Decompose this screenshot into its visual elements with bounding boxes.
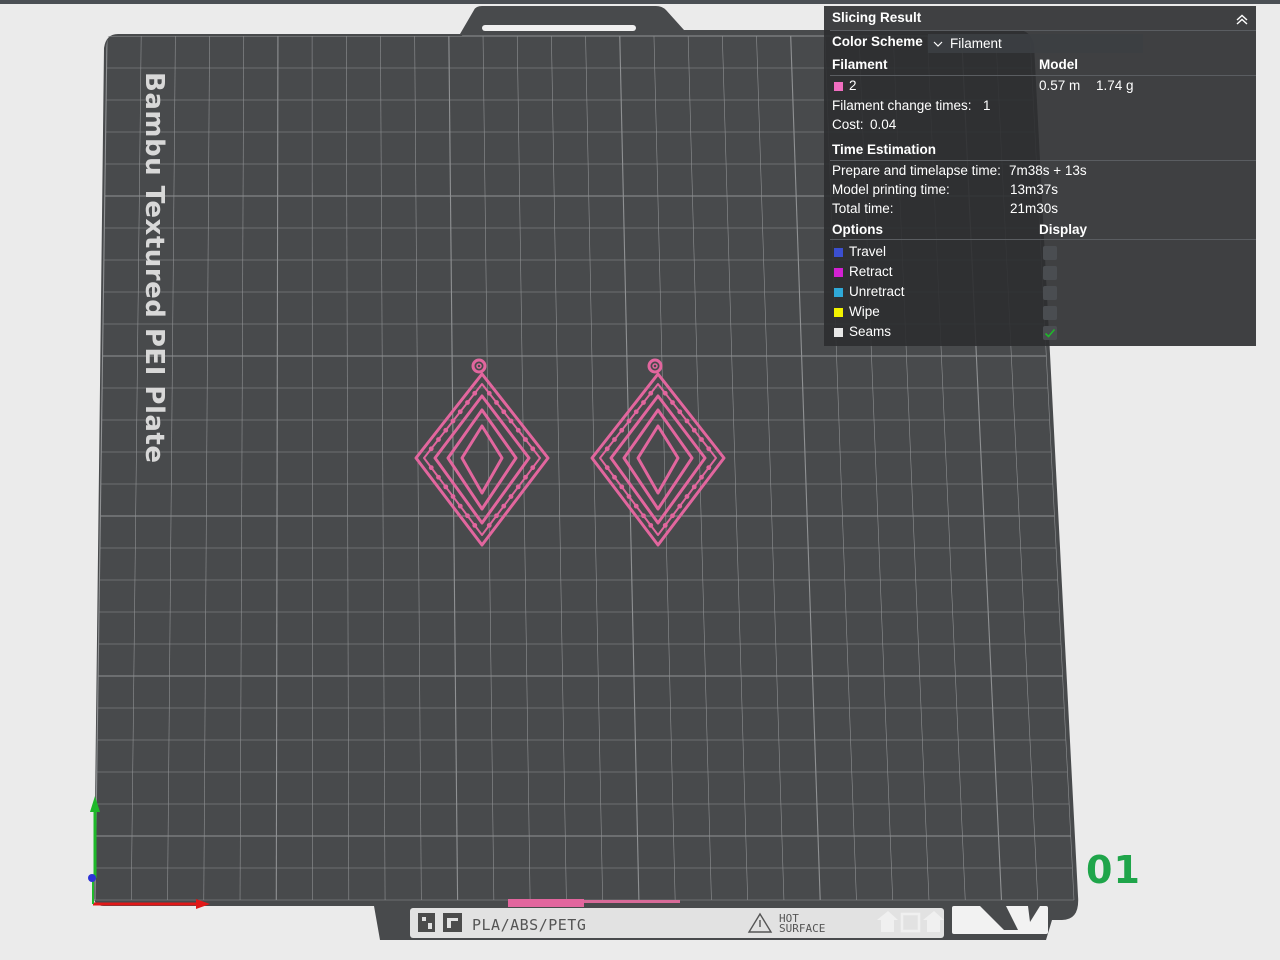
- filament-column-header: Filament: [832, 57, 888, 72]
- total-time-label: Total time:: [832, 201, 894, 216]
- display-checkbox-unretract[interactable]: [1043, 286, 1057, 300]
- hot-surface-line2: SURFACE: [779, 922, 825, 935]
- check-icon: [1044, 328, 1056, 338]
- time-estimation-header: Time Estimation: [832, 142, 937, 157]
- filament-weight: 1.74 g: [1096, 78, 1134, 93]
- plate-corner-notch: [952, 906, 1048, 934]
- slicing-result-panel: Slicing Result Color Scheme Filament Fil…: [824, 6, 1256, 346]
- plate-number[interactable]: 01: [1086, 848, 1141, 892]
- prepare-time-label: Prepare and timelapse time:: [832, 163, 1001, 178]
- display-header: Display: [1039, 222, 1088, 237]
- filament-length: 0.57 m: [1039, 78, 1081, 93]
- cost-value: 0.04: [870, 117, 897, 132]
- option-color-swatch: [834, 328, 843, 337]
- display-checkbox-retract[interactable]: [1043, 266, 1057, 280]
- display-checkbox-wipe[interactable]: [1043, 306, 1057, 320]
- display-checkbox-travel[interactable]: [1043, 246, 1057, 260]
- model-column-header: Model: [1039, 57, 1078, 72]
- 3d-viewport[interactable]: PLA/ABS/PETG HOT SURFACE Bambu Textured …: [0, 0, 1280, 960]
- option-color-swatch: [834, 308, 843, 317]
- option-label-retract: Retract: [849, 264, 893, 279]
- option-label-seams: Seams: [849, 324, 892, 339]
- model-time-label: Model printing time:: [832, 182, 950, 197]
- option-label-unretract: Unretract: [849, 284, 905, 299]
- option-label-wipe: Wipe: [849, 304, 880, 319]
- prepare-time-value: 7m38s + 13s: [1009, 163, 1087, 178]
- panel-divider: [830, 30, 1256, 31]
- filament-index: 2: [849, 78, 857, 93]
- panel-title: Slicing Result: [832, 10, 922, 25]
- panel-divider: [830, 75, 1256, 76]
- option-label-travel: Travel: [849, 244, 887, 259]
- plate-material-label: PLA/ABS/PETG: [472, 916, 586, 934]
- chevron-down-icon: [933, 41, 943, 47]
- filament-change-label: Filament change times:: [832, 98, 972, 113]
- option-color-swatch: [834, 268, 843, 277]
- plate-handle-slot: [482, 25, 636, 31]
- total-time-value: 21m30s: [1010, 201, 1059, 216]
- filament-color-swatch: [834, 82, 843, 91]
- option-color-swatch: [834, 288, 843, 297]
- color-scheme-value: Filament: [950, 36, 1002, 51]
- color-scheme-label: Color Scheme: [832, 34, 923, 49]
- display-checkbox-seams[interactable]: [1043, 326, 1057, 340]
- plate-name-label: Bambu Textured PEI Plate: [139, 72, 169, 464]
- cost-label: Cost:: [832, 117, 864, 132]
- option-color-swatch: [834, 248, 843, 257]
- color-scheme-dropdown[interactable]: Filament: [928, 34, 1143, 53]
- filament-change-value: 1: [983, 98, 991, 113]
- model-time-value: 13m37s: [1010, 182, 1059, 197]
- options-header: Options: [832, 222, 883, 237]
- layer-slider-thumb[interactable]: [508, 899, 584, 907]
- panel-divider: [830, 160, 1256, 161]
- collapse-chevron-icon[interactable]: [1234, 11, 1250, 27]
- panel-divider: [830, 239, 1256, 240]
